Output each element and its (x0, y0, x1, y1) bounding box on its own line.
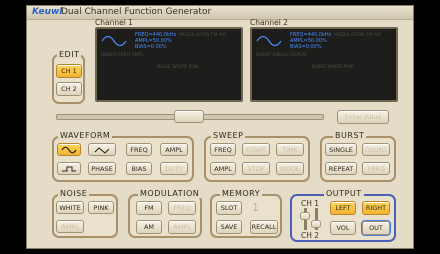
sine-wave-button[interactable] (57, 143, 81, 156)
modulation-ampl-button[interactable]: AMPL (168, 220, 196, 234)
modulation-am-button[interactable]: AM (136, 220, 162, 234)
modulation-title: MODULATION (138, 189, 202, 198)
triangle-wave-button[interactable] (88, 143, 116, 156)
sweep-title: SWEEP (211, 131, 246, 140)
square-wave-icon (62, 165, 76, 172)
ch2-noise-status: NOISE WHITE PINK (312, 65, 354, 70)
channel1-display: FREQ=440.0kHz AMPL=50.00% BIAS=0.00% MOD… (95, 27, 243, 102)
channel2-display: FREQ=440.0kHz AMPL=50.00% BIAS=0.00% MOD… (250, 27, 398, 102)
ch1-bias-readout: BIAS=0.00% (135, 44, 167, 50)
modulation-freq-button[interactable]: FREQ (168, 201, 196, 215)
ch1-noise-status: NOISE WHITE PINK (157, 65, 199, 70)
sweep-time-button[interactable]: TIME (276, 143, 304, 156)
noise-pink-button[interactable]: PINK (88, 201, 114, 214)
edit-ch2-button[interactable]: CH 2 (56, 82, 82, 96)
enter-value-button[interactable]: Enter Value (337, 110, 389, 124)
output-vol-button[interactable]: VOL (330, 221, 356, 235)
edit-group (52, 54, 85, 104)
noise-white-button[interactable]: WHITE (56, 201, 84, 214)
burst-count-button[interactable]: COUNT (362, 143, 390, 156)
output-ch2-label: CH 2 (301, 231, 320, 240)
burst-repeat-button[interactable]: REPEAT (325, 162, 357, 175)
edit-title: EDIT (57, 50, 82, 59)
memory-recall-button[interactable]: RECALL (250, 220, 278, 234)
memory-slot-number: 1 (252, 201, 259, 214)
channel2-label: Channel 2 (250, 18, 288, 27)
ch1-sweep-status: SWEEP FREQ AMPL (101, 53, 144, 58)
sweep-start-button[interactable]: START (242, 143, 270, 156)
burst-freq-button[interactable]: FREQ (362, 162, 390, 175)
square-wave-button[interactable] (57, 162, 81, 175)
noise-title: NOISE (58, 189, 90, 198)
triangle-wave-icon (94, 146, 110, 154)
output-out-button[interactable]: OUT (361, 220, 391, 236)
sine-wave-icon (256, 35, 282, 47)
edit-ch1-button[interactable]: CH 1 (56, 64, 82, 78)
sweep-stop-button[interactable]: STOP (242, 162, 270, 175)
waveform-bias-button[interactable]: BIAS (126, 162, 152, 175)
channel1-label: Channel 1 (95, 18, 133, 27)
sweep-mode-button[interactable]: MODE (276, 162, 304, 175)
brand-logo: Keuwl (32, 7, 63, 17)
ch2-burst-status: BURST SINGLE REPEAT (256, 53, 308, 58)
memory-save-button[interactable]: SAVE (216, 220, 242, 234)
sine-wave-icon (61, 146, 77, 153)
modulation-fm-button[interactable]: FM (136, 201, 162, 215)
ch2-bias-readout: BIAS=0.00% (290, 44, 322, 50)
ch1-mod-status: MODULATION FM AM (179, 33, 226, 38)
output-left-button[interactable]: LEFT (330, 201, 356, 215)
output-ch2-slider-handle[interactable] (311, 220, 321, 228)
sine-wave-icon (101, 35, 127, 47)
burst-title: BURST (333, 131, 367, 140)
sweep-freq-button[interactable]: FREQ (210, 143, 236, 156)
output-title: OUTPUT (324, 189, 364, 198)
sweep-ampl-button[interactable]: AMPL (210, 162, 236, 175)
waveform-ampl-button[interactable]: AMPL (160, 143, 188, 156)
noise-ampl-button[interactable]: AMPL (56, 220, 84, 233)
waveform-freq-button[interactable]: FREQ (126, 143, 152, 156)
app-title: Dual Channel Function Generator (61, 7, 212, 17)
memory-slot-button[interactable]: SLOT (216, 201, 242, 215)
output-ch1-label: CH 1 (301, 199, 320, 208)
memory-title: MEMORY (220, 189, 263, 198)
ch2-mod-status: MODULATION FM AM (334, 33, 381, 38)
waveform-title: WAVEFORM (58, 131, 113, 140)
value-slider-handle[interactable] (174, 110, 204, 123)
waveform-duty-button[interactable]: DUTY (160, 162, 188, 175)
output-right-button[interactable]: RIGHT (362, 201, 390, 215)
output-ch1-slider-handle[interactable] (300, 212, 310, 220)
waveform-phase-button[interactable]: PHASE (88, 162, 116, 175)
burst-single-button[interactable]: SINGLE (325, 143, 357, 156)
